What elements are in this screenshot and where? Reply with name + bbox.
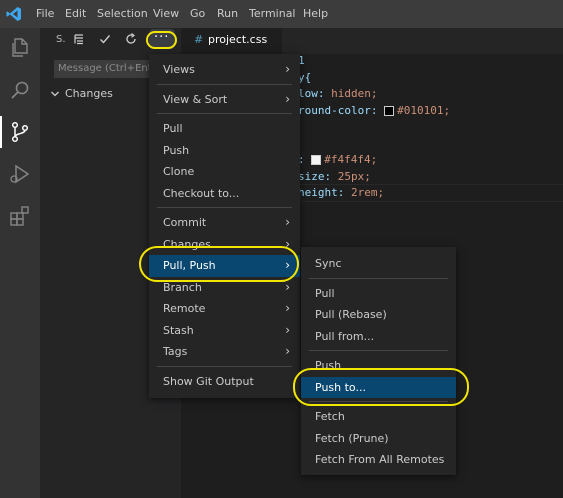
menu-item-stash[interactable]: Stash ›: [149, 320, 300, 342]
run-debug-icon[interactable]: [8, 162, 32, 186]
chevron-right-icon: ›: [285, 279, 290, 294]
menu-item-pull-rebase[interactable]: Pull (Rebase): [301, 304, 456, 326]
menu-item-label: Pull: [315, 286, 335, 300]
menu-item-label: Push: [163, 143, 190, 157]
menu-item-pull-from[interactable]: Pull from...: [301, 326, 456, 348]
sidebar-title: S.: [56, 34, 66, 45]
pull-push-highlight: [139, 246, 299, 282]
menu-separator: [157, 113, 292, 114]
code-line: : #f4f4f4;: [298, 153, 377, 166]
menu-item-label: Tags: [163, 345, 188, 359]
pull-push-submenu: Sync Pull Pull (Rebase) Pull from... Push Pus…: [301, 247, 456, 475]
menu-separator: [157, 365, 292, 367]
menu-item-label: Fetch: [315, 410, 345, 424]
menu-item-label: View & Sort: [163, 92, 228, 106]
menu-edit[interactable]: Edit: [65, 7, 86, 20]
chevron-down-icon[interactable]: [50, 89, 60, 99]
menu-item-view-sort[interactable]: View & Sort ›: [149, 89, 300, 111]
refresh-icon[interactable]: [125, 33, 137, 45]
more-actions-menu: Views › View & Sort › Pull Push Clone Checkout …: [149, 54, 300, 398]
menu-item-label: Pull from...: [315, 329, 375, 343]
menu-item-label: Views: [163, 63, 195, 77]
code-value: #010101;: [397, 103, 451, 117]
explorer-icon[interactable]: [8, 36, 32, 60]
extensions-icon[interactable]: [8, 204, 32, 228]
menu-item-push[interactable]: Push: [149, 140, 300, 162]
menu-item-fetch-prune[interactable]: Fetch (Prune): [301, 428, 456, 450]
menu-separator: [157, 83, 292, 85]
menu-item-sync[interactable]: Sync: [301, 253, 456, 275]
menu-item-label: Clone: [163, 165, 195, 179]
code-property: low:: [298, 87, 332, 100]
tab-label: project.css: [208, 33, 268, 46]
menu-item-commit[interactable]: Commit ›: [149, 212, 300, 234]
code-line: low: hidden;: [298, 87, 377, 100]
menu-run[interactable]: Run: [217, 7, 238, 20]
menu-item-tags[interactable]: Tags ›: [149, 341, 300, 363]
code-line: round-color: #010101;: [298, 104, 450, 117]
menu-item-label: Stash: [163, 323, 194, 337]
chevron-right-icon: ›: [285, 62, 290, 77]
editor-tab-bar: # project.css: [181, 28, 563, 54]
menu-item-fetch[interactable]: Fetch: [301, 406, 456, 428]
menu-separator: [309, 350, 448, 351]
code-property: round-color:: [298, 103, 385, 117]
chevron-right-icon: ›: [285, 91, 290, 106]
menu-item-label: Pull: [163, 122, 183, 136]
activity-bar: [0, 28, 40, 498]
menu-item-label: Remote: [163, 302, 206, 316]
menu-separator: [309, 277, 448, 279]
menu-item-views[interactable]: Views ›: [149, 59, 300, 81]
code-property: size:: [298, 169, 338, 183]
menu-item-label: Pull (Rebase): [315, 308, 387, 322]
menu-separator: [157, 207, 292, 208]
changes-section-label[interactable]: Changes: [65, 87, 113, 100]
color-swatch[interactable]: [384, 105, 395, 116]
menu-item-pull[interactable]: Pull: [149, 118, 300, 140]
menu-item-remote[interactable]: Remote ›: [149, 298, 300, 320]
menu-go[interactable]: Go: [190, 7, 205, 20]
menu-terminal[interactable]: Terminal: [249, 7, 296, 20]
tab-project-css[interactable]: # project.css: [181, 28, 282, 54]
menu-item-label: Show Git Output: [163, 374, 254, 388]
menu-item-label: Sync: [315, 257, 342, 271]
menu-item-show-git-output[interactable]: Show Git Output: [149, 371, 300, 393]
color-swatch[interactable]: [311, 155, 322, 165]
chevron-right-icon: ›: [285, 215, 290, 230]
active-indicator: [0, 116, 2, 148]
chevron-right-icon: ›: [285, 301, 290, 316]
push-to-highlight: [293, 368, 469, 406]
menu-help[interactable]: Help: [303, 7, 328, 20]
menu-item-label: Checkout to...: [163, 186, 240, 200]
code-value: 25px;: [337, 169, 371, 183]
code-line: size: 25px;: [298, 170, 371, 183]
menu-item-checkout-to[interactable]: Checkout to...: [149, 183, 300, 205]
vscode-logo-icon: [6, 7, 21, 21]
menu-item-label: Branch: [163, 280, 202, 294]
menu-file[interactable]: File: [36, 7, 54, 20]
menu-selection[interactable]: Selection: [97, 7, 148, 20]
menu-item-label: Fetch (Prune): [315, 431, 389, 445]
search-icon[interactable]: [8, 78, 32, 102]
menu-item-fetch-from-all-remotes[interactable]: Fetch From All Remotes: [301, 449, 456, 471]
chevron-right-icon: ›: [285, 322, 290, 337]
menu-item-pull[interactable]: Pull: [301, 283, 456, 305]
css-file-icon: #: [194, 33, 204, 46]
commit-check-icon[interactable]: [99, 33, 111, 45]
menu-item-clone[interactable]: Clone: [149, 161, 300, 183]
menu-item-label: Fetch From All Remotes: [315, 453, 445, 467]
menu-view[interactable]: View: [153, 7, 179, 20]
source-control-icon[interactable]: [8, 120, 32, 144]
more-actions-highlight: [146, 31, 177, 49]
code-value: hidden;: [331, 87, 378, 100]
title-bar: File Edit Selection View Go Run Terminal Help: [0, 0, 563, 28]
view-as-tree-icon[interactable]: [73, 33, 85, 45]
code-value: #f4f4f4;: [324, 153, 378, 166]
chevron-right-icon: ›: [285, 344, 290, 359]
menu-item-label: Commit: [163, 216, 207, 230]
